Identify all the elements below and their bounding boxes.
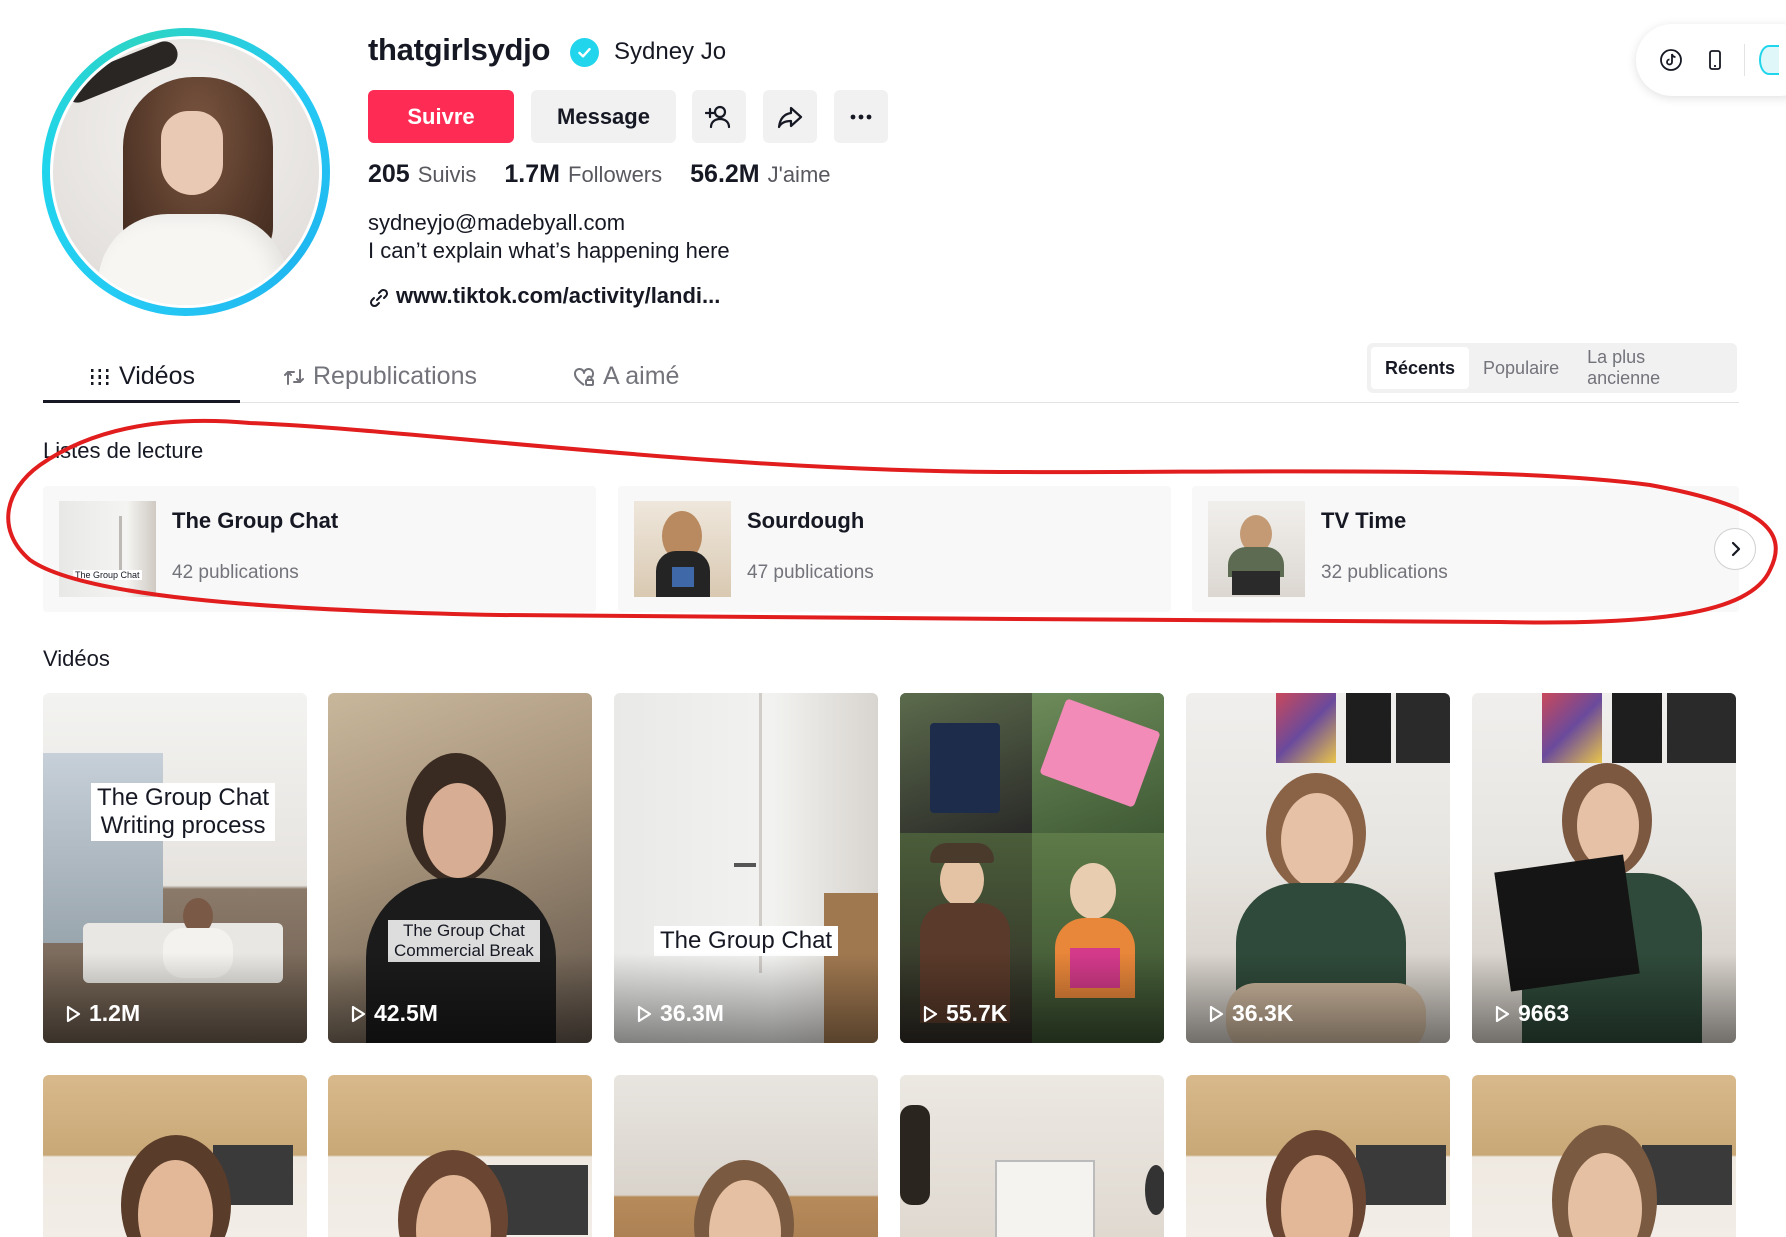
video-thumbnail[interactable]: 9663 — [1472, 693, 1736, 1043]
active-tab-indicator — [43, 400, 240, 403]
follow-button[interactable]: Suivre — [368, 90, 514, 143]
play-icon — [637, 1005, 652, 1022]
profile-avatar[interactable] — [42, 28, 330, 316]
share-icon — [777, 106, 803, 128]
video-thumbnail[interactable]: The Group Chat Commercial Break 42.5M — [328, 693, 592, 1043]
playlist-thumbnail: The Group Chat — [59, 501, 156, 597]
video-thumbnail[interactable] — [614, 1075, 878, 1237]
profile-page: thatgirlsydjo Sydney Jo Suivre Message 2… — [0, 0, 1786, 1237]
video-view-count: 9663 — [1492, 1000, 1569, 1027]
playlist-next-button[interactable] — [1714, 528, 1756, 570]
video-caption: The Group Chat Writing process — [91, 783, 276, 841]
video-thumbnail[interactable] — [1186, 1075, 1450, 1237]
video-thumbnail[interactable] — [328, 1075, 592, 1237]
playlist-card[interactable]: TV Time 32 publications — [1192, 486, 1739, 612]
likes-stat: 56.2M J'aime — [690, 160, 831, 188]
tab-videos[interactable]: Vidéos — [89, 350, 195, 403]
add-user-icon — [705, 105, 731, 128]
playlist-name: TV Time — [1321, 508, 1407, 533]
sort-recent[interactable]: Récents — [1371, 347, 1470, 389]
video-view-count: 36.3K — [1206, 1000, 1293, 1027]
sort-oldest[interactable]: La plus ancienne — [1573, 347, 1733, 389]
playlist-count: 32 publications — [1321, 562, 1448, 583]
heart-lock-icon — [574, 367, 594, 386]
message-button[interactable]: Message — [531, 90, 676, 143]
display-name: Sydney Jo — [614, 38, 727, 65]
sort-popular[interactable]: Populaire — [1469, 347, 1573, 389]
play-icon — [1209, 1005, 1224, 1022]
bio-text: I can’t explain what’s happening here — [368, 238, 730, 263]
playlist-thumbnail — [1208, 501, 1305, 597]
playlist-card[interactable]: The Group Chat The Group Chat 42 publica… — [43, 486, 596, 612]
followers-stat[interactable]: 1.7M Followers — [504, 160, 662, 189]
video-thumbnail[interactable] — [43, 1075, 307, 1237]
add-friend-button[interactable] — [692, 90, 746, 143]
videos-heading: Vidéos — [43, 646, 110, 671]
video-caption: The Group Chat — [654, 926, 839, 956]
user-avatar[interactable] — [1759, 45, 1779, 75]
username: thatgirlsydjo — [368, 32, 551, 67]
play-icon — [923, 1005, 938, 1022]
grid-icon — [91, 368, 109, 385]
playlist-name: The Group Chat — [172, 508, 339, 533]
following-stat[interactable]: 205 Suivis — [368, 160, 476, 189]
sort-toggle: Récents Populaire La plus ancienne — [1367, 343, 1737, 393]
tiktok-logo-icon[interactable] — [1656, 45, 1686, 75]
toolbar-divider — [1744, 44, 1745, 76]
play-icon — [1495, 1005, 1510, 1022]
video-thumbnail[interactable]: 55.7K — [900, 693, 1164, 1043]
playlist-name: Sourdough — [747, 508, 865, 533]
repost-icon — [284, 368, 304, 385]
more-horizontal-icon — [850, 114, 872, 119]
top-right-toolbar — [1636, 24, 1786, 96]
playlist-thumb-caption: The Group Chat — [73, 570, 142, 580]
play-icon — [66, 1005, 81, 1022]
video-thumbnail[interactable] — [900, 1075, 1164, 1237]
profile-stats: 205 Suivis 1.7M Followers 56.2M J'aime — [368, 160, 859, 189]
video-thumbnail[interactable]: The Group Chat 36.3M — [614, 693, 878, 1043]
profile-link[interactable]: www.tiktok.com/activity/landi... — [368, 283, 720, 309]
tab-liked[interactable]: A aimé — [573, 350, 679, 403]
video-view-count: 36.3M — [634, 1000, 724, 1027]
video-thumbnail[interactable] — [1472, 1075, 1736, 1237]
playlist-card[interactable]: Sourdough 47 publications — [618, 486, 1171, 612]
playlists-heading: Listes de lecture — [43, 438, 204, 463]
share-button[interactable] — [763, 90, 817, 143]
playlist-count: 42 publications — [172, 562, 299, 583]
more-options-button[interactable] — [834, 90, 888, 143]
playlist-count: 47 publications — [747, 562, 874, 583]
link-icon — [369, 288, 389, 308]
chevron-right-icon — [1731, 541, 1741, 557]
mobile-device-icon[interactable] — [1700, 45, 1730, 75]
tab-reposts[interactable]: Republications — [283, 350, 477, 403]
bio-email: sydneyjo@madebyall.com — [368, 210, 626, 235]
video-view-count: 1.2M — [63, 1000, 140, 1027]
video-thumbnail[interactable]: The Group Chat Writing process 1.2M — [43, 693, 307, 1043]
verified-badge-icon — [570, 38, 599, 67]
video-view-count: 55.7K — [920, 1000, 1007, 1027]
profile-bio: sydneyjo@madebyall.com I can’t explain w… — [368, 209, 730, 265]
video-thumbnail[interactable]: 36.3K — [1186, 693, 1450, 1043]
playlist-thumbnail — [634, 501, 731, 597]
play-icon — [351, 1005, 366, 1022]
video-view-count: 42.5M — [348, 1000, 438, 1027]
